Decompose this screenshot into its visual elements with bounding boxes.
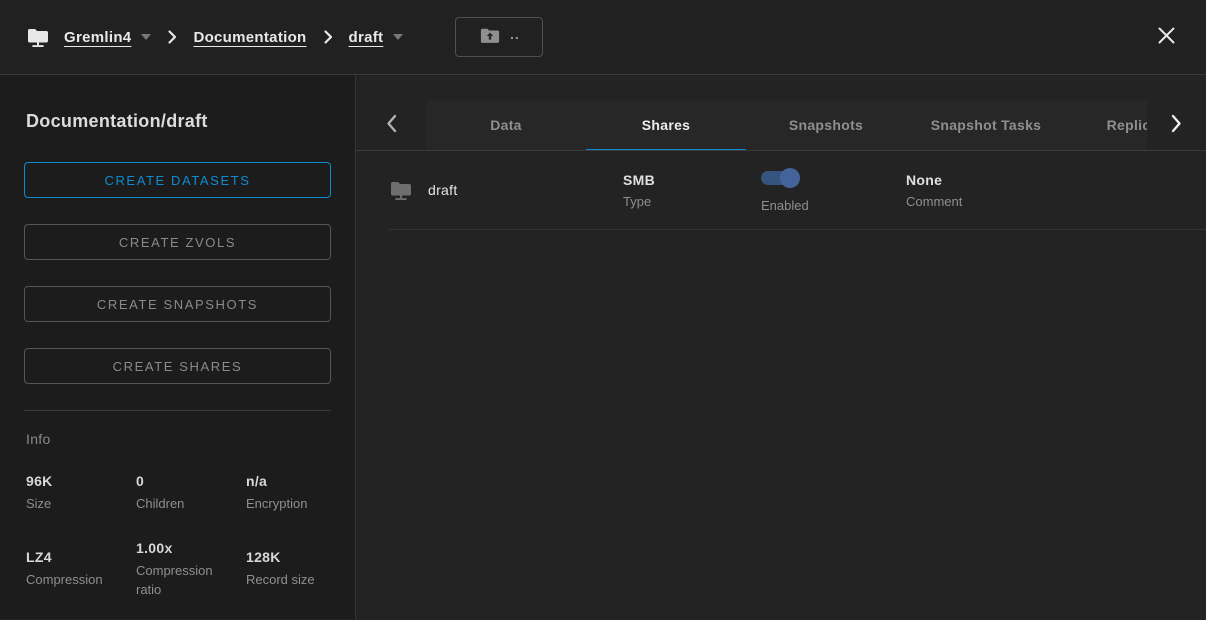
- tab-strip: Data Shares Snapshots Snapshot Tasks Rep…: [426, 100, 1147, 150]
- info-encryption-value: n/a: [246, 473, 331, 489]
- info-size-label: Size: [26, 495, 136, 514]
- sidebar-divider: [24, 410, 331, 411]
- info-encryption: n/a Encryption: [246, 473, 331, 514]
- pool-caret-down-icon[interactable]: [141, 34, 151, 40]
- info-compression-label: Compression: [26, 571, 136, 590]
- tab-snapshots[interactable]: Snapshots: [746, 100, 906, 150]
- create-shares-button[interactable]: CREATE SHARES: [24, 348, 331, 384]
- go-up-level-button[interactable]: ..: [455, 17, 543, 57]
- dataset-icon: [389, 178, 413, 202]
- toggle-knob: [780, 168, 800, 188]
- info-compression-value: LZ4: [26, 549, 136, 565]
- share-name: draft: [428, 182, 458, 198]
- tab-shares[interactable]: Shares: [586, 100, 746, 150]
- info-children: 0 Children: [136, 473, 246, 514]
- top-bar: Gremlin4 Documentation draft ..: [0, 0, 1206, 75]
- info-compression-ratio-value: 1.00x: [136, 540, 246, 556]
- info-children-label: Children: [136, 495, 246, 514]
- tab-data[interactable]: Data: [426, 100, 586, 150]
- breadcrumb-pool-link[interactable]: Gremlin4: [64, 29, 131, 46]
- share-enabled-toggle[interactable]: [761, 171, 797, 185]
- info-size: 96K Size: [26, 473, 136, 514]
- close-button[interactable]: [1153, 22, 1180, 52]
- tab-replication[interactable]: Replication: [1066, 100, 1147, 150]
- dataset-path-title: Documentation/draft: [26, 111, 331, 132]
- share-type-value: SMB: [623, 172, 761, 188]
- share-name-cell: draft: [389, 178, 623, 202]
- info-encryption-label: Encryption: [246, 495, 331, 514]
- folder-up-icon: [479, 26, 501, 49]
- breadcrumb-documentation-link[interactable]: Documentation: [193, 29, 306, 46]
- info-record-size-value: 128K: [246, 549, 331, 565]
- info-compression: LZ4 Compression: [26, 549, 136, 590]
- up-button-label: ..: [510, 27, 520, 41]
- dataset-pool-icon: [26, 25, 50, 49]
- share-enabled-label: Enabled: [761, 198, 906, 213]
- breadcrumb-chevron-icon: [167, 29, 177, 45]
- info-children-value: 0: [136, 473, 246, 489]
- info-record-size: 128K Record size: [246, 549, 331, 590]
- tab-bar: Data Shares Snapshots Snapshot Tasks Rep…: [356, 100, 1206, 151]
- info-size-value: 96K: [26, 473, 136, 489]
- tab-shares-label: Shares: [642, 117, 691, 133]
- tab-snapshots-label: Snapshots: [789, 117, 863, 133]
- tab-snapshot-tasks[interactable]: Snapshot Tasks: [906, 100, 1066, 150]
- tab-snapshot-tasks-label: Snapshot Tasks: [931, 117, 1042, 133]
- breadcrumb-chevron-icon: [323, 29, 333, 45]
- create-snapshots-button[interactable]: CREATE SNAPSHOTS: [24, 286, 331, 322]
- share-type-label: Type: [623, 194, 761, 209]
- tabs-scroll-left-button[interactable]: [356, 100, 426, 150]
- share-comment-cell: None Comment: [906, 172, 1182, 209]
- create-datasets-button[interactable]: CREATE DATASETS: [24, 162, 331, 198]
- create-zvols-button[interactable]: CREATE ZVOLS: [24, 224, 331, 260]
- info-section-title: Info: [26, 431, 331, 447]
- share-comment-value: None: [906, 172, 1182, 188]
- share-row[interactable]: draft SMB Type Enabled None Comment: [389, 151, 1206, 230]
- info-record-size-label: Record size: [246, 571, 331, 590]
- tab-replication-label: Replication: [1107, 117, 1147, 133]
- share-type-cell: SMB Type: [623, 172, 761, 209]
- share-comment-label: Comment: [906, 194, 1182, 209]
- share-enabled-cell: Enabled: [761, 167, 906, 213]
- info-compression-ratio: 1.00x Compression ratio: [136, 540, 246, 600]
- tabs-scroll-right-button[interactable]: [1147, 100, 1205, 150]
- close-icon: [1157, 26, 1176, 48]
- tab-data-label: Data: [490, 117, 522, 133]
- draft-caret-down-icon[interactable]: [393, 34, 403, 40]
- breadcrumb-draft-link[interactable]: draft: [349, 29, 384, 46]
- details-sidebar: Documentation/draft CREATE DATASETS CREA…: [0, 75, 356, 619]
- chevron-right-icon: [1171, 114, 1182, 136]
- main-panel: Data Shares Snapshots Snapshot Tasks Rep…: [356, 75, 1206, 619]
- breadcrumb: Gremlin4 Documentation draft: [26, 25, 403, 49]
- info-grid: 96K Size 0 Children n/a Encryption LZ4 C…: [26, 473, 331, 600]
- chevron-left-icon: [386, 114, 397, 136]
- info-compression-ratio-label: Compression ratio: [136, 562, 246, 600]
